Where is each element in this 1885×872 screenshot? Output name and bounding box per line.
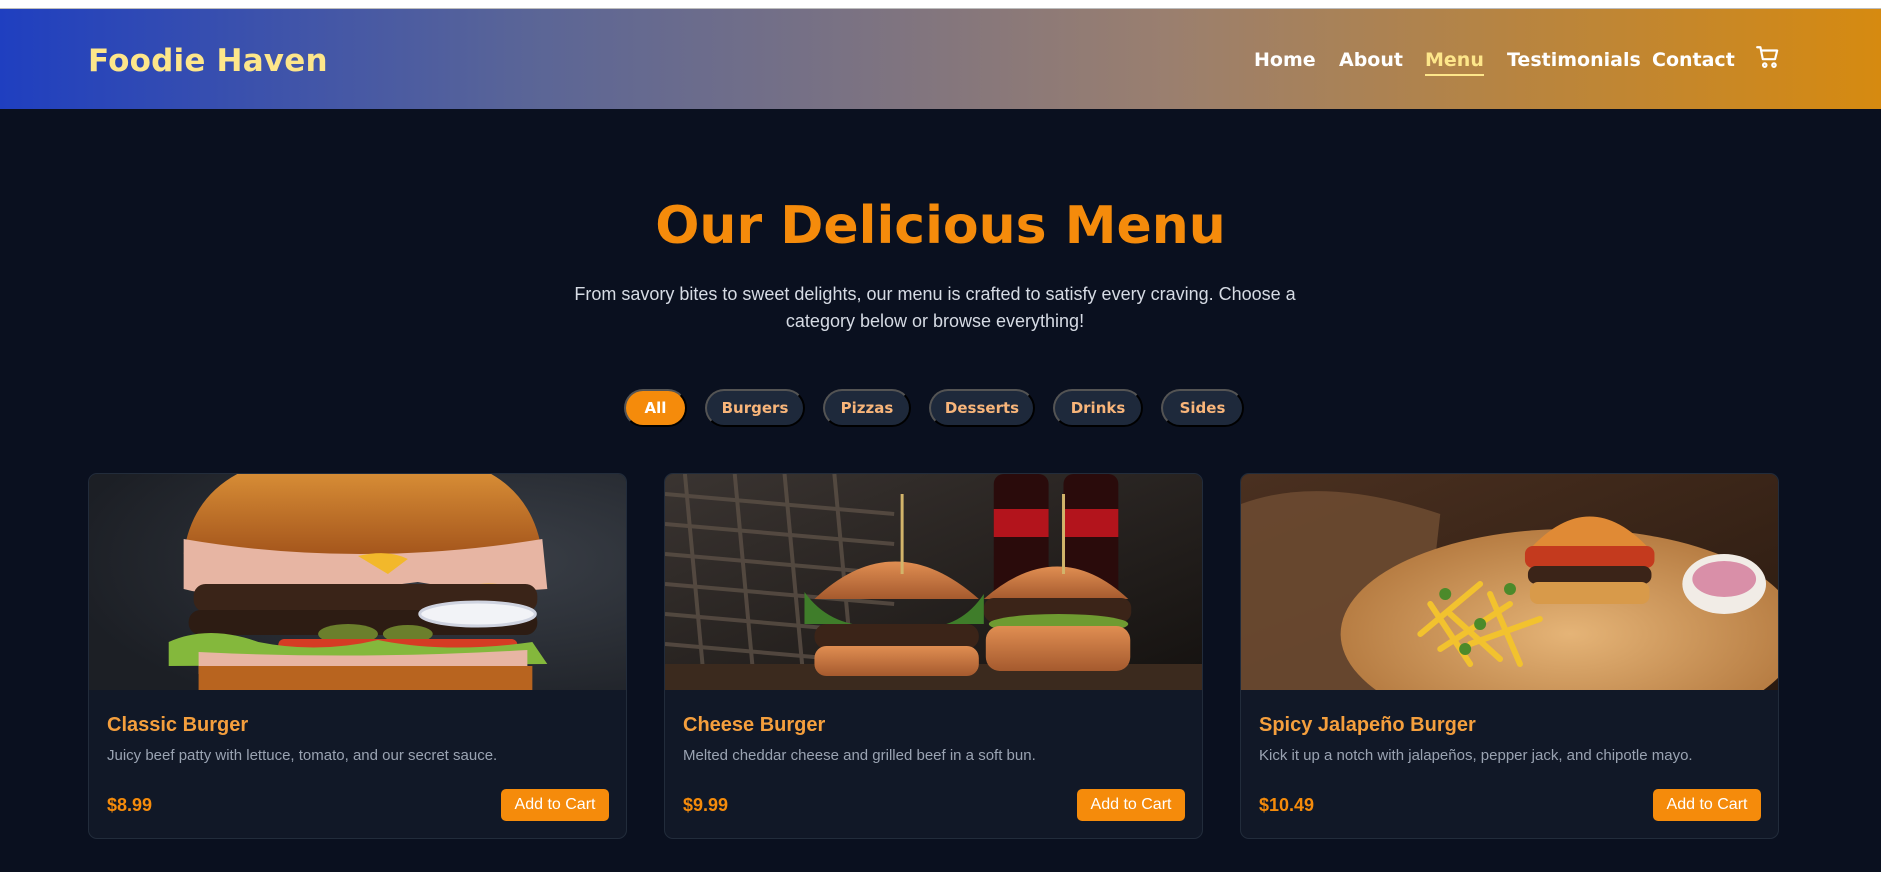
cheese-burger-image [665,474,1202,690]
menu-title: Our Delicious Menu [655,196,1226,256]
card-price: $9.99 [683,795,729,815]
spicy-jalapeno-burger-image [1241,474,1778,690]
filter-pizzas[interactable]: Pizzas [823,389,911,427]
card-title: Spicy Jalapeño Burger [1259,714,1476,736]
menu-subtitle: From savory bites to sweet delights, our… [574,284,1296,331]
menu-card-cheese-burger: Cheese Burger Melted cheddar cheese and … [664,473,1203,839]
classic-burger-image [89,474,626,690]
card-price: $8.99 [107,795,153,815]
site-header: Foodie Haven Home About Menu Testimonial… [0,9,1881,109]
add-to-cart-button[interactable]: Add to Cart [501,789,609,821]
nav-menu[interactable]: Menu [1425,49,1484,76]
menu-card-classic-burger: Classic Burger Juicy beef patty with let… [88,473,627,839]
nav-about[interactable]: About [1339,49,1403,71]
filter-drinks[interactable]: Drinks [1053,389,1143,427]
card-price: $10.49 [1259,795,1315,815]
card-description: Kick it up a notch with jalapeños, peppe… [1259,747,1693,764]
browser-top-strip [0,0,1885,9]
browser-right-edge [1881,0,1885,872]
cart-icon[interactable] [1755,44,1781,70]
nav-contact[interactable]: Contact [1652,49,1735,71]
card-title: Cheese Burger [683,714,826,736]
card-description: Juicy beef patty with lettuce, tomato, a… [107,747,498,764]
nav-home[interactable]: Home [1254,49,1316,71]
filter-burgers[interactable]: Burgers [705,389,805,427]
filter-all[interactable]: All [624,389,687,427]
menu-card-spicy-jalapeno-burger: Spicy Jalapeño Burger Kick it up a notch… [1240,473,1779,839]
card-title: Classic Burger [107,714,249,736]
add-to-cart-button[interactable]: Add to Cart [1653,789,1761,821]
brand-logo[interactable]: Foodie Haven [88,43,328,79]
category-filters: All Burgers Pizzas Desserts Drinks Sides [0,389,1885,427]
filter-sides[interactable]: Sides [1161,389,1244,427]
card-description: Melted cheddar cheese and grilled beef i… [683,747,1036,764]
nav-testimonials[interactable]: Testimonials [1507,49,1641,71]
add-to-cart-button[interactable]: Add to Cart [1077,789,1185,821]
filter-desserts[interactable]: Desserts [929,389,1035,427]
